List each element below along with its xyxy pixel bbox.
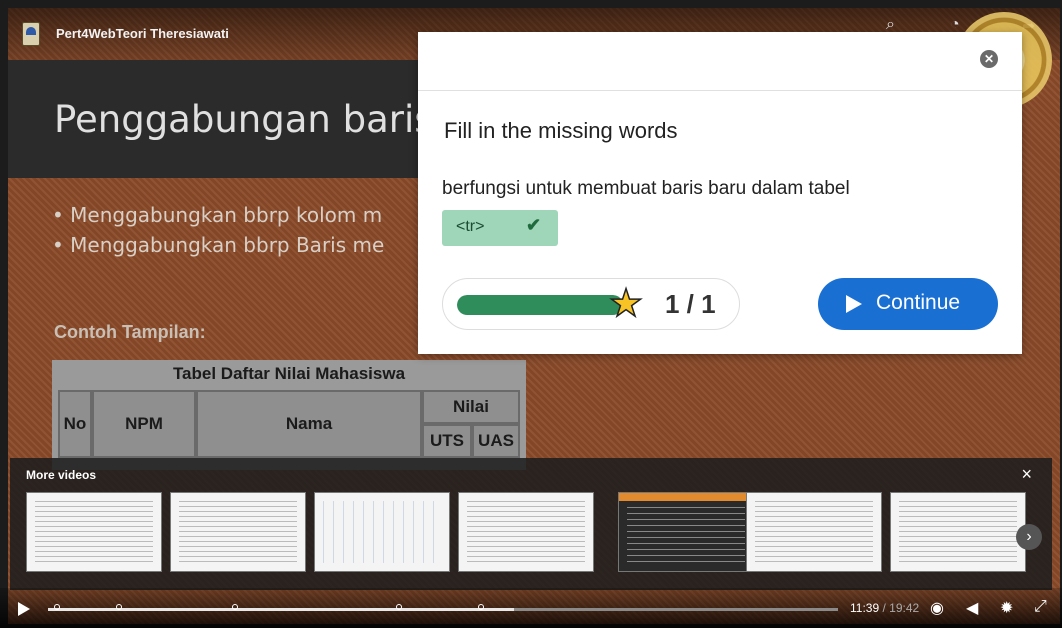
slide-table-title: Tabel Daftar Nilai Mahasiswa: [172, 364, 406, 383]
speed-icon[interactable]: ◉: [930, 598, 944, 618]
chapter-marker[interactable]: [478, 604, 484, 610]
volume-icon[interactable]: ◀: [966, 598, 978, 618]
settings-icon[interactable]: ✹: [1000, 598, 1013, 618]
star-icon: ★: [608, 282, 644, 326]
answer-text: <tr>: [456, 218, 485, 235]
table-header-nilai: Nilai: [422, 390, 520, 424]
more-videos-panel: More videos × ›: [10, 458, 1052, 590]
video-title[interactable]: Pert4WebTeori Theresiawati: [56, 26, 229, 41]
slide-title: Penggabungan baris/: [54, 98, 447, 141]
video-thumbnail[interactable]: [26, 492, 162, 572]
video-thumbnail[interactable]: [746, 492, 882, 572]
continue-label: Continue: [876, 291, 961, 314]
video-thumbnail[interactable]: [458, 492, 594, 572]
duration: / 19:42: [882, 601, 920, 615]
chapter-marker[interactable]: [396, 604, 402, 610]
video-thumbnail[interactable]: [890, 492, 1026, 572]
player-controls: 11:39 / 19:42 ◉ ◀ ✹ ⤢: [0, 588, 1062, 628]
slide-bullet: • Menggabungkan bbrp kolom m: [52, 203, 383, 227]
quiz-dialog-header: ✕: [418, 32, 1022, 91]
score-progress: ★ 1 / 1: [442, 278, 740, 330]
quiz-dialog: ✕ Fill in the missing words berfungsi un…: [418, 32, 1022, 354]
table-header-uts: UTS: [422, 424, 472, 458]
slide-example-label: Contoh Tampilan:: [54, 322, 206, 342]
table-header-no: No: [58, 390, 92, 458]
quiz-sentence: berfungsi untuk membuat baris baru dalam…: [442, 178, 850, 199]
score-text: 1 / 1: [665, 289, 716, 319]
table-header-npm: NPM: [92, 390, 196, 458]
progress-fill: [457, 295, 623, 315]
close-more-videos-icon[interactable]: ×: [1021, 464, 1032, 485]
seek-bar[interactable]: [48, 604, 838, 611]
fullscreen-icon[interactable]: ⤢: [1034, 598, 1047, 616]
video-thumbnail[interactable]: [618, 492, 754, 572]
table-header-uas: UAS: [472, 424, 520, 458]
chapter-marker[interactable]: [116, 604, 122, 610]
more-videos-title: More videos: [26, 468, 97, 482]
current-time: 11:39: [850, 601, 880, 615]
progress-track: [457, 295, 623, 315]
video-thumbnail[interactable]: [170, 492, 306, 572]
answer-field[interactable]: <tr> ✔: [442, 210, 558, 246]
check-icon: ✔: [526, 215, 542, 235]
chapter-marker[interactable]: [232, 604, 238, 610]
channel-logo[interactable]: [22, 22, 40, 46]
close-icon[interactable]: ✕: [980, 50, 998, 68]
next-arrow-icon[interactable]: ›: [1016, 524, 1042, 550]
chapter-marker[interactable]: [54, 604, 60, 610]
play-icon: [846, 295, 862, 313]
video-thumbnail[interactable]: [314, 492, 450, 572]
slide-table: Tabel Daftar Nilai Mahasiswa No NPM Nama…: [52, 360, 526, 470]
slide-bullets: • Menggabungkan bbrp kolom m • Menggabun…: [52, 200, 384, 260]
quiz-title: Fill in the missing words: [444, 118, 678, 143]
table-header-nama: Nama: [196, 390, 422, 458]
time-display: 11:39 / 19:42: [850, 601, 919, 615]
play-button[interactable]: [18, 602, 30, 616]
continue-button[interactable]: Continue: [818, 278, 998, 330]
slide-bullet: • Menggabungkan bbrp Baris me: [52, 233, 385, 257]
